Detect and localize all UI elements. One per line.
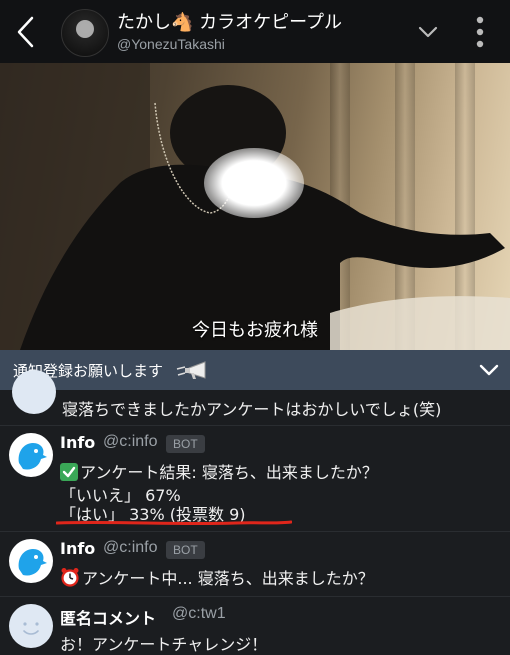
commenter-id: @c:info [103, 539, 158, 556]
notification-banner[interactable]: 通知登録お願いします [0, 350, 510, 390]
comment-text: 寝落ちできましたかアンケートはおかしいでしょ(笑) [62, 400, 442, 419]
broadcaster-avatar[interactable] [61, 9, 109, 57]
commenter-name[interactable]: Info [60, 433, 95, 452]
megaphone-icon [176, 361, 206, 379]
chevron-down-icon[interactable] [416, 22, 440, 42]
commenter-id: @c:info [103, 433, 158, 450]
commenter-name[interactable]: 匿名コメント [60, 605, 156, 629]
bot-badge: BOT [166, 541, 205, 559]
back-arrow-icon[interactable] [12, 14, 42, 50]
comment-line: アンケート中... 寝落ち、出来ましたか？ [60, 565, 374, 589]
more-options-icon[interactable] [474, 15, 486, 49]
alarm-clock-icon [61, 568, 79, 587]
chevron-down-icon[interactable] [478, 362, 500, 378]
broadcaster-name[interactable]: たかし🐴 カラオケピープル [117, 8, 342, 34]
commenter-id: @c:tw1 [172, 605, 226, 622]
bird-icon [18, 443, 47, 470]
broadcaster-handle: @YonezuTakashi [117, 36, 225, 52]
bird-icon [18, 549, 47, 576]
top-bar: たかし🐴 カラオケピープル @YonezuTakashi [0, 0, 510, 63]
check-mark-icon [60, 463, 78, 481]
censor-blur [204, 148, 304, 218]
divider [0, 596, 510, 597]
poll-result-title: アンケート結果: 寝落ち、出来ましたか？ [80, 463, 378, 482]
bot-badge: BOT [166, 435, 205, 453]
anonymous-avatar [9, 604, 53, 648]
divider [0, 425, 510, 426]
divider [0, 531, 510, 532]
info-bot-avatar [9, 539, 53, 583]
anonymous-avatar [12, 370, 56, 414]
info-bot-avatar [9, 433, 53, 477]
poll-running-text: アンケート中... 寝落ち、出来ましたか？ [82, 569, 374, 588]
live-video[interactable]: 今日もお疲れ様 [0, 63, 510, 350]
video-caption: 今日もお疲れ様 [192, 320, 318, 341]
red-underline-mark [56, 520, 292, 526]
smiley-face-icon [23, 622, 39, 635]
comment-text: お！アンケートチャレンジ！ [60, 635, 268, 654]
commenter-name[interactable]: Info [60, 539, 95, 558]
comment-line: アンケート結果: 寝落ち、出来ましたか？ [60, 459, 378, 483]
